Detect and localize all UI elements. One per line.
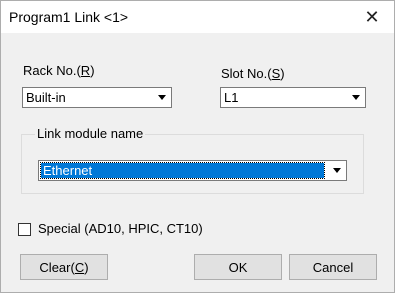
link-module-value: Ethernet [40,162,325,179]
close-icon: ✕ [364,6,380,27]
chevron-down-icon[interactable] [328,162,345,179]
slot-value: L1 [224,90,239,105]
special-checkbox[interactable] [18,223,31,236]
chevron-down-icon[interactable] [347,89,364,106]
cancel-button[interactable]: Cancel [289,254,377,280]
chevron-down-icon[interactable] [153,89,170,106]
clear-button[interactable]: Clear(C) [20,254,108,280]
rack-label: Rack No.(R) [23,63,95,78]
slot-select[interactable]: L1 [220,87,366,108]
window-title: Program1 Link <1> [9,9,129,25]
special-label[interactable]: Special (AD10, HPIC, CT10) [38,221,203,236]
link-dialog: Program1 Link <1> ✕ Rack No.(R) Built-in… [0,0,395,293]
rack-select[interactable]: Built-in [22,87,172,108]
ok-button[interactable]: OK [194,254,282,280]
link-module-group-label: Link module name [35,126,146,141]
close-button[interactable]: ✕ [350,1,394,33]
slot-label: Slot No.(S) [221,66,285,81]
link-module-select[interactable]: Ethernet [38,160,347,181]
title-bar: Program1 Link <1> ✕ [1,1,394,33]
rack-value: Built-in [26,90,66,105]
